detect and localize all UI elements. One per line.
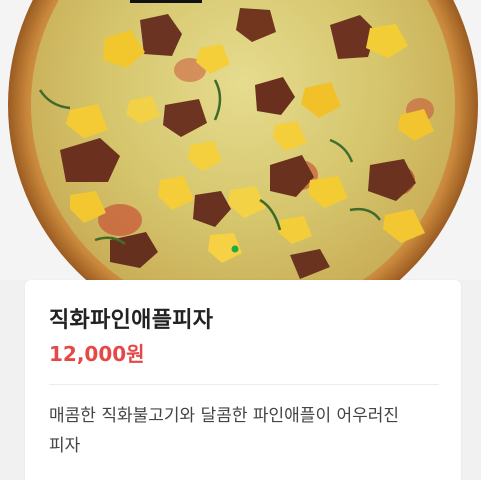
- product-info-card: 직화파인애플피자 12,000원 매콤한 직화불고기와 달콤한 파인애플이 어우…: [25, 280, 461, 480]
- product-detail-page: 직화파인애플피자 12,000원 매콤한 직화불고기와 달콤한 파인애플이 어우…: [0, 0, 481, 480]
- product-price: 12,000원: [49, 342, 145, 366]
- top-indicator: [130, 0, 202, 3]
- product-name: 직화파인애플피자: [49, 308, 214, 333]
- pizza-image: [0, 0, 481, 300]
- product-image: [0, 0, 481, 300]
- divider: [49, 384, 439, 385]
- product-description: 매콤한 직화불고기와 달콤한 파인애플이 어우러진 피자: [49, 406, 400, 456]
